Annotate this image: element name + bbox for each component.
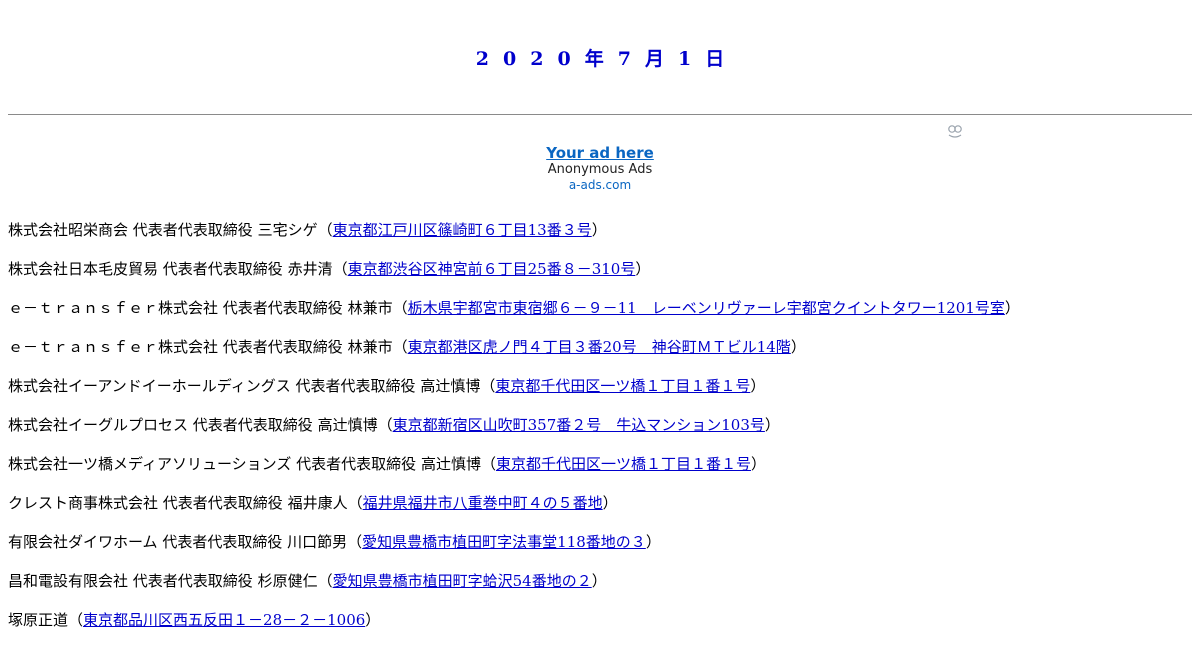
list-item: ｅ－ｔｒａｎｓｆｅｒ株式会社 代表者代表取締役 林兼市（栃木県宇都宮市東宿郷６－… — [8, 297, 1200, 336]
company-name: 株式会社昭栄商会 — [8, 221, 129, 239]
ad-banner: Your ad here Anonymous Ads a-ads.com — [0, 115, 1200, 219]
representative-title: 代表者代表取締役 — [132, 572, 253, 590]
paren-close: ） — [790, 338, 806, 356]
company-name: 塚原正道 — [8, 611, 69, 629]
address-link[interactable]: 愛知県豊橋市植田町字法事堂118番地の３ — [362, 533, 646, 551]
paren-close: ） — [602, 494, 618, 512]
list-item: 有限会社ダイワホーム 代表者代表取締役 川口節男（愛知県豊橋市植田町字法事堂11… — [8, 531, 1200, 570]
representative-name: 三宅シゲ — [257, 221, 318, 239]
list-item: 株式会社日本毛皮貿易 代表者代表取締役 赤井清（東京都渋谷区神宮前６丁目25番８… — [8, 258, 1200, 297]
ad-title-link[interactable]: Your ad here — [546, 144, 654, 162]
paren-close: ） — [1004, 299, 1020, 317]
company-list: 株式会社昭栄商会 代表者代表取締役 三宅シゲ（東京都江戸川区篠崎町６丁目13番３… — [0, 219, 1200, 648]
paren-close: ） — [591, 221, 607, 239]
address-link[interactable]: 福井県福井市八重巻中町４の５番地 — [363, 494, 603, 512]
representative-name: 林兼市 — [347, 338, 393, 356]
paren-close: ） — [365, 611, 381, 629]
list-item: 株式会社一ツ橋メディアソリューションズ 代表者代表取締役 高辻慎博（東京都千代田… — [8, 453, 1200, 492]
company-name: 株式会社イーアンドイーホールディングス — [8, 377, 291, 395]
date-char: 0 — [557, 48, 571, 70]
representative-name: 高辻慎博 — [420, 377, 481, 395]
date-char: 0 — [503, 48, 517, 70]
paren-close: ） — [764, 416, 780, 434]
representative-name: 高辻慎博 — [420, 455, 481, 473]
list-item: 塚原正道（東京都品川区西五反田１－28－２－1006） — [8, 609, 1200, 648]
paren-close: ） — [591, 572, 607, 590]
company-name: 株式会社日本毛皮貿易 — [8, 260, 159, 278]
list-item: 株式会社イーアンドイーホールディングス 代表者代表取締役 高辻慎博（東京都千代田… — [8, 375, 1200, 414]
company-name: 株式会社一ツ橋メディアソリューションズ — [8, 455, 292, 473]
company-name: ｅ－ｔｒａｎｓｆｅｒ株式会社 — [8, 338, 219, 356]
paren-close: ） — [750, 455, 766, 473]
representative-name: 川口節男 — [287, 533, 348, 551]
paren-open: （ — [392, 299, 408, 317]
representative-title: 代表者代表取締役 — [132, 221, 253, 239]
address-link[interactable]: 東京都千代田区一ツ橋１丁目１番１号 — [496, 455, 751, 473]
address-link[interactable]: 東京都渋谷区神宮前６丁目25番８－310号 — [348, 260, 636, 278]
representative-name: 高辻慎博 — [317, 416, 378, 434]
date-char: 2 — [475, 48, 489, 70]
representative-name: 杉原健仁 — [257, 572, 318, 590]
paren-open: （ — [480, 455, 496, 473]
company-name: 株式会社イーグルプロセス — [8, 416, 189, 434]
representative-name: 福井康人 — [287, 494, 348, 512]
representative-title: 代表者代表取締役 — [162, 494, 283, 512]
ad-domain-link[interactable]: a-ads.com — [0, 178, 1200, 192]
paren-open: （ — [332, 260, 348, 278]
paren-close: ） — [750, 377, 766, 395]
paren-open: （ — [392, 338, 408, 356]
paren-open: （ — [347, 533, 363, 551]
ad-subtitle: Anonymous Ads — [547, 162, 653, 177]
address-link[interactable]: 東京都港区虎ノ門４丁目３番20号 神谷町ＭＴビル14階 — [408, 338, 791, 356]
address-link[interactable]: 栃木県宇都宮市東宿郷６－９－11 レーベンリヴァーレ宇都宮クイントタワー1201… — [408, 299, 1005, 317]
paren-close: ） — [635, 260, 651, 278]
a-ads-logo-icon[interactable] — [947, 123, 963, 139]
list-item: 株式会社昭栄商会 代表者代表取締役 三宅シゲ（東京都江戸川区篠崎町６丁目13番３… — [8, 219, 1200, 258]
list-item: クレスト商事株式会社 代表者代表取締役 福井康人（福井県福井市八重巻中町４の５番… — [8, 492, 1200, 531]
representative-name: 赤井清 — [287, 260, 333, 278]
paren-open: （ — [480, 377, 496, 395]
representative-title: 代表者代表取締役 — [162, 260, 283, 278]
date-heading: 2020年7月1日 — [0, 0, 1200, 95]
representative-title: 代表者代表取締役 — [192, 416, 313, 434]
address-link[interactable]: 東京都品川区西五反田１－28－２－1006 — [83, 611, 365, 629]
paren-open: （ — [347, 494, 363, 512]
list-item: 株式会社イーグルプロセス 代表者代表取締役 高辻慎博（東京都新宿区山吹町357番… — [8, 414, 1200, 453]
address-link[interactable]: 東京都江戸川区篠崎町６丁目13番３号 — [333, 221, 592, 239]
date-char: 年 — [584, 48, 604, 70]
paren-open: （ — [377, 416, 393, 434]
date-char: 2 — [530, 48, 544, 70]
address-link[interactable]: 東京都千代田区一ツ橋１丁目１番１号 — [495, 377, 750, 395]
representative-title: 代表者代表取締役 — [162, 533, 283, 551]
company-name: 昌和電設有限会社 — [8, 572, 129, 590]
list-item: 昌和電設有限会社 代表者代表取締役 杉原健仁（愛知県豊橋市植田町字蛤沢54番地の… — [8, 570, 1200, 609]
paren-close: ） — [645, 533, 661, 551]
paren-open: （ — [68, 611, 84, 629]
date-char: 7 — [617, 48, 631, 70]
date-char: 月 — [644, 48, 664, 70]
representative-title: 代表者代表取締役 — [222, 338, 343, 356]
date-char: 日 — [705, 48, 725, 70]
company-name: クレスト商事株式会社 — [8, 494, 159, 512]
company-name: ｅ－ｔｒａｎｓｆｅｒ株式会社 — [8, 299, 219, 317]
representative-title: 代表者代表取締役 — [295, 377, 416, 395]
list-item: ｅ－ｔｒａｎｓｆｅｒ株式会社 代表者代表取締役 林兼市（東京都港区虎ノ門４丁目３… — [8, 336, 1200, 375]
representative-name: 林兼市 — [347, 299, 393, 317]
representative-title: 代表者代表取締役 — [222, 299, 343, 317]
address-link[interactable]: 愛知県豊橋市植田町字蛤沢54番地の２ — [333, 572, 592, 590]
paren-open: （ — [317, 572, 333, 590]
date-char: 1 — [677, 48, 692, 70]
address-link[interactable]: 東京都新宿区山吹町357番２号 牛込マンション103号 — [393, 416, 765, 434]
company-name: 有限会社ダイワホーム — [8, 533, 158, 551]
representative-title: 代表者代表取締役 — [296, 455, 417, 473]
paren-open: （ — [317, 221, 333, 239]
